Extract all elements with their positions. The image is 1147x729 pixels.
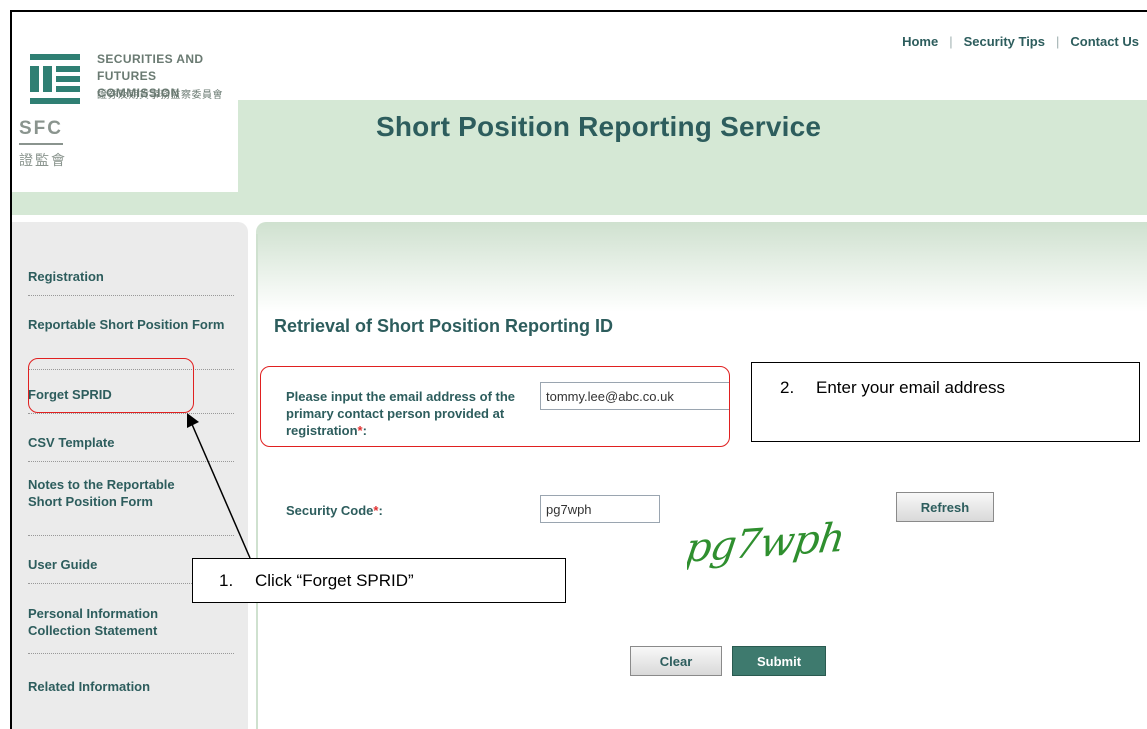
step1-callout: 1. Click “Forget SPRID” bbox=[192, 558, 566, 603]
content-header-gradient bbox=[256, 222, 1147, 312]
sidebar-item-personal-information[interactable]: Personal Information Collection Statemen… bbox=[28, 605, 198, 639]
sidebar-divider bbox=[28, 535, 234, 536]
logo-abbr-cn: 證監會 bbox=[19, 152, 67, 168]
sidebar-item-notes[interactable]: Notes to the Reportable Short Position F… bbox=[28, 476, 198, 510]
step2-callout: 2. Enter your email address bbox=[751, 362, 1140, 442]
page-title: Retrieval of Short Position Reporting ID bbox=[274, 316, 614, 336]
step2-text: Enter your email address bbox=[816, 378, 1005, 397]
sidebar-item-reportable-short-position-form[interactable]: Reportable Short Position Form bbox=[28, 316, 228, 333]
screenshot-frame: SECURITIES AND FUTURES COMMISSION 證券及期貨事… bbox=[10, 10, 1147, 729]
security-code-input[interactable] bbox=[540, 495, 660, 523]
sidebar: Registration Reportable Short Position F… bbox=[12, 222, 248, 729]
security-code-label: Security Code*: bbox=[286, 502, 383, 519]
logo-divider bbox=[19, 143, 63, 145]
submit-button[interactable]: Submit bbox=[732, 646, 826, 676]
security-tips-link[interactable]: Security Tips bbox=[964, 34, 1045, 49]
step1-number: 1. bbox=[219, 571, 234, 590]
step2-number: 2. bbox=[780, 378, 795, 397]
logo-name-cn: 證券及期貨事務監察委員會 bbox=[97, 90, 223, 101]
refresh-button[interactable]: Refresh bbox=[896, 492, 994, 522]
contact-us-link[interactable]: Contact Us bbox=[1070, 34, 1139, 49]
label-colon: : bbox=[378, 503, 383, 518]
header-band-left bbox=[12, 192, 238, 215]
top-nav-separator: | bbox=[1055, 34, 1060, 49]
sidebar-divider bbox=[28, 413, 234, 414]
logo-abbr: SFC bbox=[19, 118, 63, 139]
captcha-text: pg7wph bbox=[687, 514, 847, 572]
content-border bbox=[256, 234, 258, 729]
home-link[interactable]: Home bbox=[902, 34, 938, 49]
top-nav-separator: | bbox=[949, 34, 953, 49]
sfc-logo[interactable]: SECURITIES AND FUTURES COMMISSION 證券及期貨事… bbox=[16, 40, 238, 192]
sidebar-item-related-information[interactable]: Related Information bbox=[28, 678, 228, 695]
forget-sprid-highlight bbox=[28, 358, 194, 413]
service-title: Short Position Reporting Service bbox=[376, 111, 822, 142]
main-content: Retrieval of Short Position Reporting ID… bbox=[256, 222, 1147, 729]
top-nav: Home | Security Tips | Contact Us bbox=[902, 34, 1139, 49]
sidebar-item-csv-template[interactable]: CSV Template bbox=[28, 434, 228, 451]
sidebar-divider bbox=[28, 653, 234, 654]
sidebar-divider bbox=[28, 461, 234, 462]
sfc-emblem-icon bbox=[30, 54, 80, 104]
clear-button[interactable]: Clear bbox=[630, 646, 722, 676]
step1-text: Click “Forget SPRID” bbox=[255, 571, 414, 590]
sidebar-item-registration[interactable]: Registration bbox=[28, 268, 228, 285]
sidebar-divider bbox=[28, 295, 234, 296]
security-code-label-text: Security Code bbox=[286, 503, 374, 518]
captcha-image: pg7wph bbox=[687, 514, 847, 572]
email-field-highlight bbox=[260, 366, 730, 447]
